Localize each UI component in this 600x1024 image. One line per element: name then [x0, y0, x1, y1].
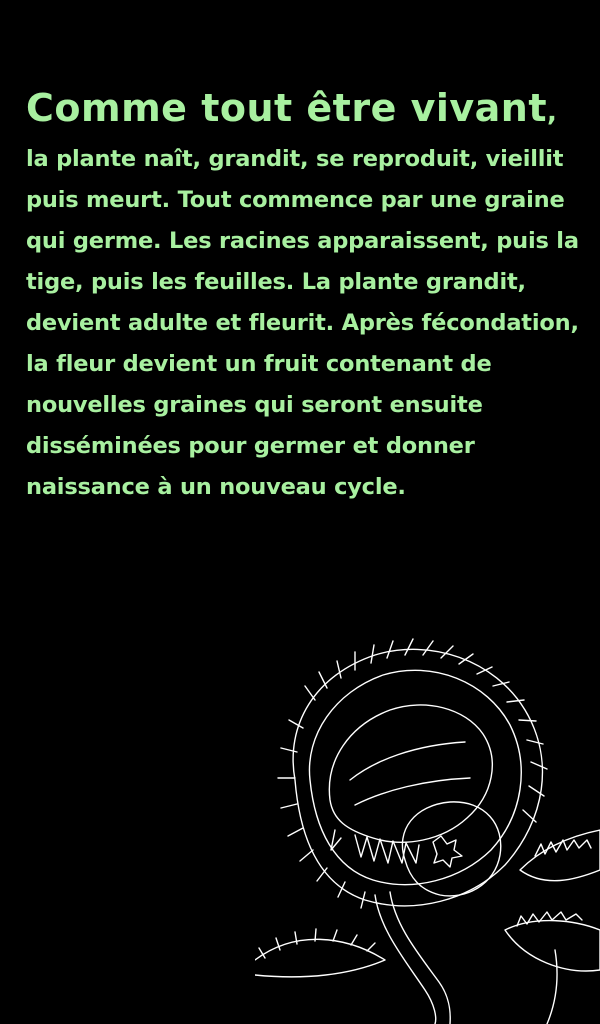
- trap-lobe-vein: [349, 741, 466, 781]
- paragraph-line: nouvelles graines qui seront ensuite: [26, 392, 483, 418]
- paragraph-line: devient adulte et fleurit. Après féconda…: [26, 310, 579, 336]
- trap-bristles: [277, 638, 548, 909]
- paragraph: la plante naît, grandit, se reproduit, v…: [26, 139, 586, 508]
- carnivorous-plant-illustration: [255, 638, 600, 1024]
- paragraph-line: disséminées pour germer et donner: [26, 433, 475, 459]
- paragraph-line: tige, puis les feuilles. La plante grand…: [26, 269, 526, 295]
- leaf-left-spikes: [258, 928, 376, 959]
- leaf-right-lower: [504, 919, 600, 972]
- headline: Comme tout être vivant,: [26, 82, 586, 139]
- leaf-right-lower-serration: [516, 911, 583, 927]
- headline-comma: ,: [547, 98, 558, 128]
- paragraph-line: la plante naît, grandit, se reproduit, v…: [26, 146, 564, 172]
- trap-bulb-spot: [432, 835, 463, 868]
- paragraph-line: qui germe. Les racines apparaissent, pui…: [26, 228, 579, 254]
- paragraph-line: la fleur devient un fruit contenant de: [26, 351, 492, 377]
- leaf-right-serration: [534, 839, 592, 857]
- stem-inner: [389, 891, 451, 1024]
- trap-inner-rim: [308, 669, 522, 886]
- text-block: Comme tout être vivant, la plante naît, …: [26, 82, 586, 508]
- leaf-left: [255, 938, 386, 978]
- trap-lobe-vein: [354, 777, 471, 806]
- trap-bulb: [401, 801, 502, 897]
- headline-text: Comme tout être vivant: [26, 86, 548, 130]
- paragraph-line: naissance à un nouveau cycle.: [26, 474, 406, 500]
- leaf-right: [519, 829, 600, 882]
- stem-right: [546, 949, 558, 1024]
- trap-teeth: [330, 829, 420, 864]
- paragraph-line: puis meurt. Tout commence par une graine: [26, 187, 565, 213]
